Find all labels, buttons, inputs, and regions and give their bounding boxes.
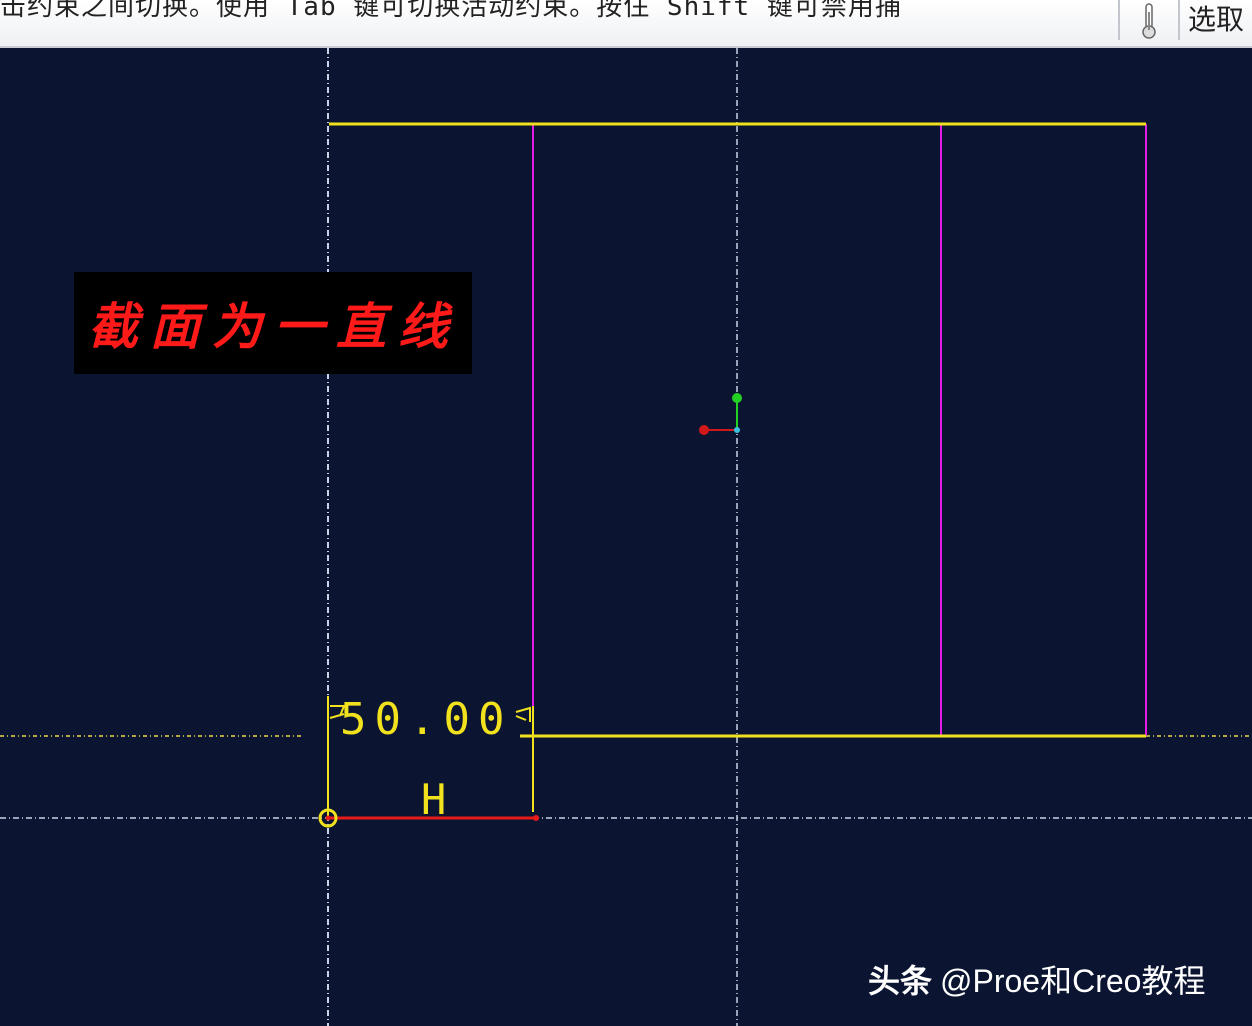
toolbar-divider <box>1178 0 1180 40</box>
vertex-point <box>325 815 331 821</box>
status-prompt: 击约束之间切换。使用 Tab 键可切换活动约束。按住 Shift 键可禁用捕 <box>0 0 902 22</box>
select-button[interactable]: 选取 <box>1188 0 1244 40</box>
dimension-arrow-right <box>515 706 531 722</box>
line-endpoint[interactable] <box>533 815 539 821</box>
sketch-canvas[interactable]: 50.00 H <box>0 48 1252 1026</box>
thermometer-icon <box>1142 3 1156 39</box>
watermark-source: 头条 <box>868 963 933 999</box>
message-bar: 击约束之间切换。使用 Tab 键可切换活动约束。按住 Shift 键可禁用捕 选… <box>0 0 1252 48</box>
annotation-box: 截面为一直线 <box>74 272 472 374</box>
dimension-value[interactable]: 50.00 <box>340 694 512 745</box>
watermark-handle: @Proe和Creo教程 <box>940 963 1206 999</box>
coordinate-system-icon <box>699 393 742 435</box>
toolbar-divider <box>1118 0 1120 40</box>
annotation-text: 截面为一直线 <box>88 297 460 356</box>
watermark: 头条 @Proe和Creo教程 <box>868 956 1205 1002</box>
